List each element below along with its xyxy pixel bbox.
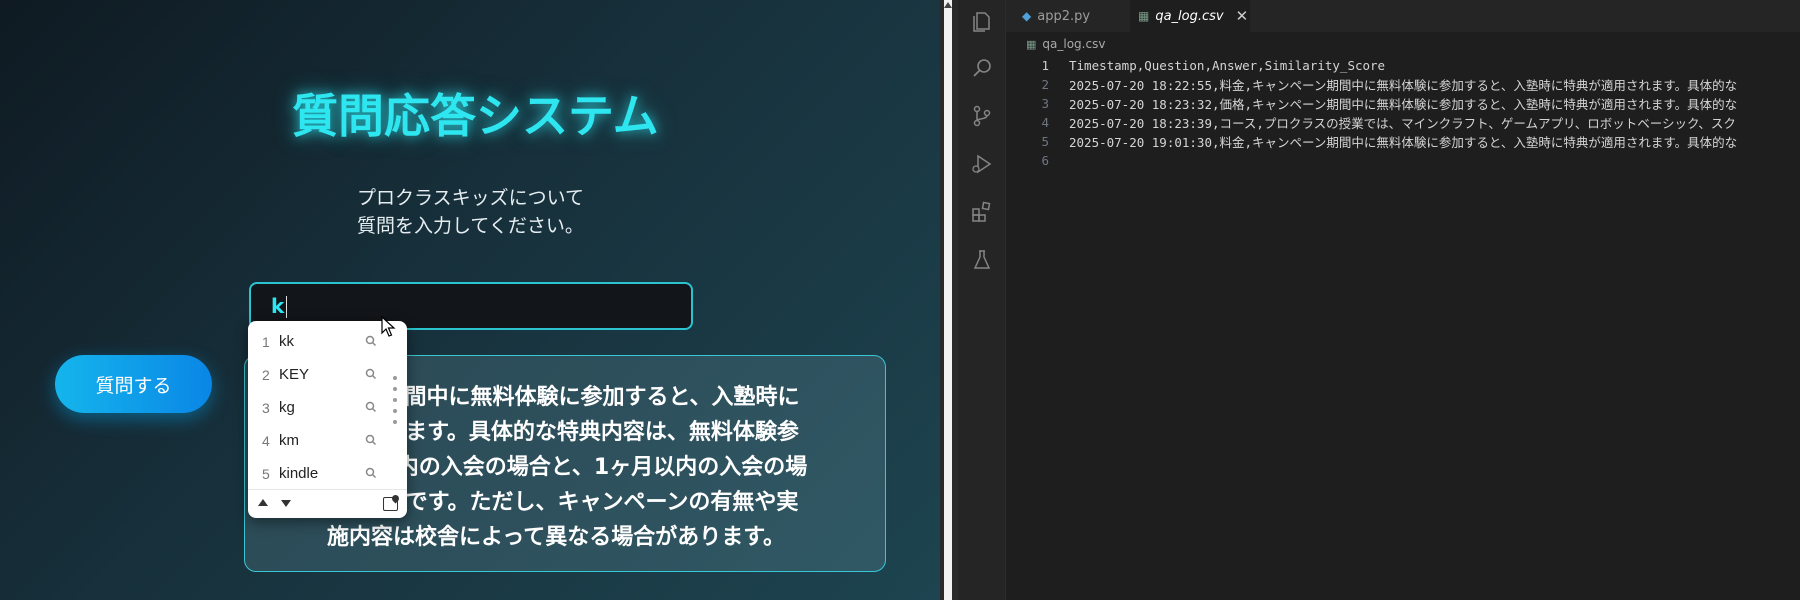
breadcrumb-file: qa_log.csv <box>1042 37 1106 51</box>
scrollbar[interactable] <box>944 0 952 600</box>
suggestion-number: 3 <box>262 399 270 416</box>
line-number: 2 <box>1041 77 1049 92</box>
csv-icon: ▦ <box>1026 37 1037 51</box>
page-title: 質問応答システム <box>292 89 659 143</box>
bookmark-icon[interactable] <box>383 497 398 511</box>
magnifier-icon <box>365 335 377 347</box>
tab-app2-py[interactable]: ◆ app2.py <box>1016 0 1126 32</box>
breadcrumb[interactable]: ▦ qa_log.csv <box>1026 34 1105 54</box>
magnifier-icon <box>365 401 377 413</box>
scroll-up-icon[interactable] <box>944 2 952 8</box>
suggestion-item[interactable]: 2 KEY <box>248 358 388 391</box>
suggestion-item[interactable]: 3 kg <box>248 391 388 424</box>
code-line: 5 2025-07-20 19:01:30,料金,キャンペーン期間中に無料体験に… <box>1006 132 1737 151</box>
extensions-icon[interactable] <box>970 200 994 224</box>
line-number: 5 <box>1041 134 1049 149</box>
suggestion-item[interactable]: 1 kk <box>248 325 388 358</box>
csv-icon: ▦ <box>1138 9 1150 23</box>
suggestion-item[interactable]: 5 kindle <box>248 457 388 490</box>
autocomplete-footer <box>248 489 407 518</box>
explorer-icon[interactable] <box>970 10 994 34</box>
suggestion-number: 4 <box>262 432 270 449</box>
mouse-pointer-icon <box>381 316 396 337</box>
line-text: 2025-07-20 19:01:30,料金,キャンペーン期間中に無料体験に参加… <box>1069 135 1738 150</box>
suggestion-word: kindle <box>279 465 319 482</box>
editor-area[interactable]: 1 Timestamp,Question,Answer,Similarity_S… <box>1006 56 1800 600</box>
instruction-text: プロクラスキッズについて 質問を入力してください。 <box>357 187 585 237</box>
close-icon[interactable]: ✕ <box>1236 7 1249 25</box>
arrow-down-icon[interactable] <box>281 500 291 507</box>
line-text: 2025-07-20 18:23:32,価格,キャンペーン期間中に無料体験に参加… <box>1069 97 1738 112</box>
line-text: 2025-07-20 18:23:39,コース,プロクラスの授業では、マインクラ… <box>1069 116 1736 131</box>
text-caret <box>286 296 287 318</box>
line-text: Timestamp,Question,Answer,Similarity_Sco… <box>1069 58 1386 73</box>
search-icon[interactable] <box>970 56 994 80</box>
code-line: 1 Timestamp,Question,Answer,Similarity_S… <box>1006 56 1385 75</box>
magnifier-icon <box>365 368 377 380</box>
suggestion-item[interactable]: 4 km <box>248 424 388 457</box>
code-line: 2 2025-07-20 18:22:55,料金,キャンペーン期間中に無料体験に… <box>1006 75 1737 94</box>
code-editor-window: ◆ app2.py ▦ qa_log.csv ✕ ▦ qa_log.csv 1 … <box>958 0 1800 600</box>
suggestion-word: kg <box>279 399 295 416</box>
python-icon: ◆ <box>1022 9 1032 23</box>
run-debug-icon[interactable] <box>970 152 994 176</box>
code-line: 3 2025-07-20 18:23:32,価格,キャンペーン期間中に無料体験に… <box>1006 94 1737 113</box>
magnifier-icon <box>365 434 377 446</box>
source-control-icon[interactable] <box>970 104 994 128</box>
arrow-up-icon[interactable] <box>258 499 268 506</box>
qa-app-pane: 質問応答システム プロクラスキッズについて 質問を入力してください。 質問する … <box>0 0 940 600</box>
magnifier-icon <box>365 467 377 479</box>
code-line: 6 <box>1006 151 1069 170</box>
suggestion-number: 2 <box>262 366 270 383</box>
code-line: 4 2025-07-20 18:23:39,コース,プロクラスの授業では、マイン… <box>1006 113 1736 132</box>
line-number: 3 <box>1041 96 1049 111</box>
line-text: 2025-07-20 18:22:55,料金,キャンペーン期間中に無料体験に参加… <box>1069 78 1738 93</box>
tab-qa-log-csv[interactable]: ▦ qa_log.csv ✕ <box>1130 0 1250 32</box>
tab-bar: ◆ app2.py ▦ qa_log.csv ✕ <box>1006 0 1800 32</box>
suggestion-number: 1 <box>262 333 270 350</box>
testing-icon[interactable] <box>970 248 994 272</box>
line-number: 4 <box>1041 115 1049 130</box>
line-number: 6 <box>1041 153 1049 168</box>
tab-label: qa_log.csv <box>1155 8 1224 24</box>
suggestion-word: kk <box>279 333 294 350</box>
activity-bar <box>958 0 1006 600</box>
suggestion-word: km <box>279 432 299 449</box>
tab-label: app2.py <box>1037 8 1091 24</box>
line-number: 1 <box>1041 58 1049 73</box>
autocomplete-popup: 1 kk 2 KEY 3 kg 4 km 5 kindle <box>248 321 407 518</box>
suggestion-word: KEY <box>279 366 310 383</box>
more-options-icon[interactable] <box>393 376 399 436</box>
suggestion-number: 5 <box>262 465 270 482</box>
ask-button[interactable]: 質問する <box>55 355 212 413</box>
answer-line: 施内容は校舎によって異なる場合があります。 <box>326 525 786 550</box>
